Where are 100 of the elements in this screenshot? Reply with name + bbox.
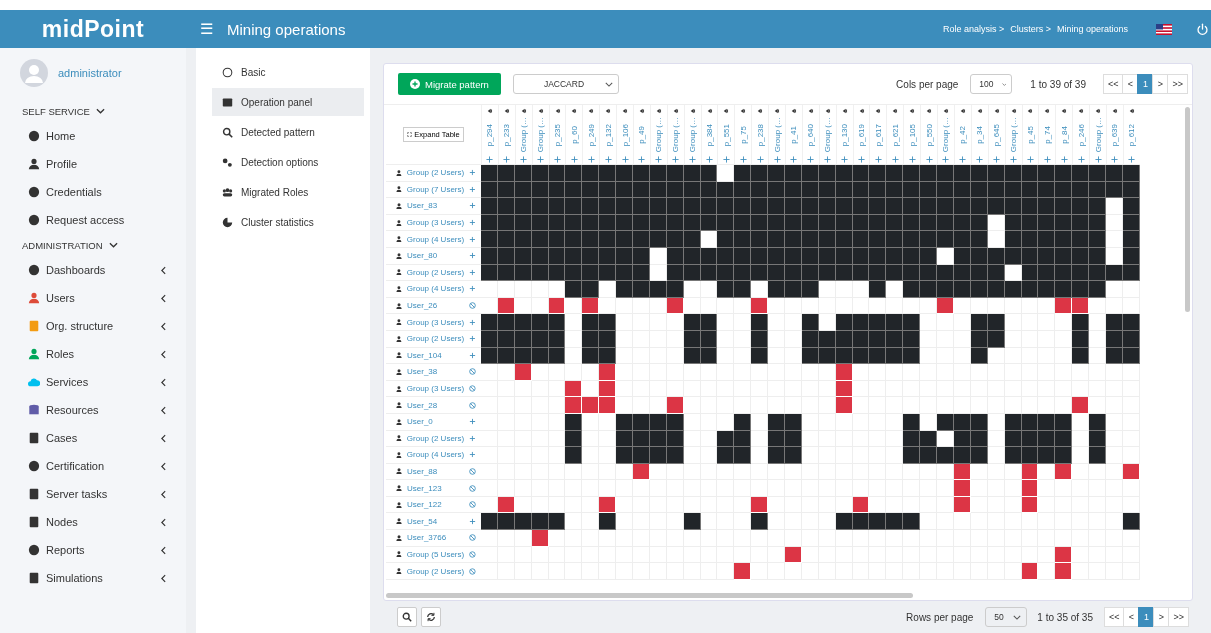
row-label[interactable]: User_54 (407, 516, 464, 526)
column-header[interactable]: p_49 (637, 126, 647, 144)
column-header[interactable]: Group (… (772, 117, 782, 153)
column-header[interactable]: p_42 (958, 126, 968, 144)
panel-menu-item[interactable]: Detection options (212, 148, 364, 176)
panel-menu-item[interactable]: Basic (212, 58, 364, 86)
panel-menu-item[interactable]: Operation panel (212, 88, 364, 116)
column-header[interactable]: p_621 (890, 123, 900, 147)
row-label[interactable]: Group (2 Users) (406, 566, 465, 576)
sidebar-item[interactable]: Roles (0, 340, 186, 368)
row-label[interactable]: Group (4 Users) (406, 284, 465, 294)
sidebar-item[interactable]: Credentials (0, 178, 186, 206)
sidebar-section-header[interactable]: SELF SERVICE (0, 100, 186, 122)
row-label[interactable]: Group (3 Users) (406, 317, 465, 327)
column-header[interactable]: p_246 (1076, 123, 1086, 147)
pager-button[interactable]: >> (1168, 607, 1189, 627)
column-header[interactable]: p_60 (569, 126, 579, 144)
column-header[interactable]: p_106 (620, 123, 630, 147)
column-header[interactable]: Group (… (519, 117, 529, 153)
sidebar-item[interactable]: Simulations (0, 564, 186, 592)
row-label[interactable]: User_80 (407, 251, 464, 261)
column-header[interactable]: p_639 (1110, 123, 1120, 147)
pager-button[interactable]: 1 (1138, 607, 1155, 627)
column-header[interactable]: p_640 (806, 123, 816, 147)
row-label[interactable]: Group (2 Users) (406, 433, 465, 443)
row-label[interactable]: Group (3 Users) (406, 384, 465, 393)
logo[interactable]: midPoint (0, 15, 186, 43)
breadcrumb-link[interactable]: Clusters > (1010, 24, 1051, 34)
sidebar-item[interactable]: Org. structure (0, 312, 186, 340)
column-header[interactable]: p_550 (924, 123, 934, 147)
column-header[interactable]: p_74 (1042, 126, 1052, 144)
column-header[interactable]: Group (… (823, 117, 833, 153)
column-header[interactable]: p_75 (738, 126, 748, 144)
column-header[interactable]: p_84 (1059, 126, 1069, 144)
column-header[interactable]: Group (… (1093, 117, 1103, 153)
pager-button[interactable]: 1 (1137, 74, 1154, 94)
sidebar-item[interactable]: Services (0, 368, 186, 396)
breadcrumb-link[interactable]: Mining operations (1056, 24, 1128, 34)
pager-button[interactable]: << (1103, 607, 1125, 627)
user-name[interactable]: administrator (58, 67, 122, 79)
row-label[interactable]: User_26 (407, 301, 464, 311)
rows-per-page-dropdown[interactable]: 50 (985, 607, 1028, 627)
row-label[interactable]: Group (4 Users) (406, 450, 465, 460)
column-header[interactable]: p_233 (502, 123, 512, 147)
panel-menu-item[interactable]: Detected pattern (212, 118, 364, 146)
column-header[interactable]: p_132 (603, 123, 613, 147)
sidebar-item[interactable]: Request access (0, 206, 186, 234)
panel-menu-item[interactable]: Migrated Roles (212, 178, 364, 206)
row-label[interactable]: Group (4 Users) (406, 234, 465, 244)
sidebar-item[interactable]: Dashboards (0, 256, 186, 284)
pager-button[interactable]: < (1123, 607, 1140, 627)
row-label[interactable]: Group (3 Users) (406, 218, 465, 228)
column-header[interactable]: p_612 (1127, 123, 1137, 147)
pager-button[interactable]: >> (1167, 74, 1188, 94)
row-label[interactable]: User_88 (407, 467, 464, 476)
sidebar-item[interactable]: Reports (0, 536, 186, 564)
sidebar-item[interactable]: Profile (0, 150, 186, 178)
column-header[interactable]: p_41 (789, 126, 799, 144)
column-header[interactable]: p_384 (705, 123, 714, 147)
sidebar-item[interactable]: Server tasks (0, 480, 186, 508)
sidebar-item[interactable]: Home (0, 122, 186, 150)
column-header[interactable]: p_238 (755, 123, 765, 147)
row-label[interactable]: Group (2 Users) (406, 334, 465, 344)
column-header[interactable]: p_45 (1025, 126, 1035, 144)
pager-button[interactable]: << (1102, 74, 1124, 94)
sidebar-item[interactable]: Users (0, 284, 186, 312)
row-label[interactable]: User_0 (407, 417, 464, 427)
row-label[interactable]: User_3766 (407, 533, 464, 543)
column-header[interactable]: p_249 (586, 123, 596, 147)
pager-button[interactable]: > (1152, 74, 1169, 94)
breadcrumb-link[interactable]: Role analysis > (942, 24, 1005, 34)
row-label[interactable]: User_104 (407, 350, 464, 360)
pager-button[interactable]: > (1153, 607, 1170, 627)
menu-icon[interactable]: ☰ (200, 20, 213, 38)
column-header[interactable]: p_551 (721, 123, 731, 147)
row-label[interactable]: Group (2 Users) (406, 168, 465, 178)
sidebar-item[interactable]: Cases (0, 424, 186, 452)
row-label[interactable]: User_38 (407, 367, 464, 377)
column-header[interactable]: Group (… (671, 117, 681, 153)
column-header[interactable]: p_34 (975, 126, 985, 144)
column-header[interactable]: p_645 (992, 123, 1002, 147)
row-label[interactable]: User_83 (407, 201, 464, 211)
row-label[interactable]: Group (2 Users) (406, 267, 465, 277)
column-header[interactable]: p_294 (485, 123, 495, 147)
column-header[interactable]: Group (… (688, 117, 698, 153)
row-label[interactable]: User_122 (407, 500, 464, 510)
row-label[interactable]: User_123 (407, 483, 464, 493)
cols-per-page-dropdown[interactable]: 100 (970, 74, 1013, 94)
migrate-pattern-button[interactable]: Migrate pattern (398, 73, 501, 95)
similarity-dropdown[interactable]: JACCARD (512, 74, 619, 94)
row-label[interactable]: Group (5 Users) (406, 549, 465, 559)
column-header[interactable]: Group (… (1009, 117, 1019, 153)
column-header[interactable]: p_130 (840, 123, 850, 147)
column-header[interactable]: p_617 (873, 123, 883, 147)
row-label[interactable]: User_28 (407, 400, 464, 410)
column-header[interactable]: p_105 (907, 123, 917, 147)
row-label[interactable]: Group (7 Users) (406, 184, 465, 194)
column-header[interactable]: Group (… (654, 117, 664, 153)
sidebar-section-header[interactable]: ADMINISTRATION (0, 234, 186, 256)
sidebar-item[interactable]: Nodes (0, 508, 186, 536)
